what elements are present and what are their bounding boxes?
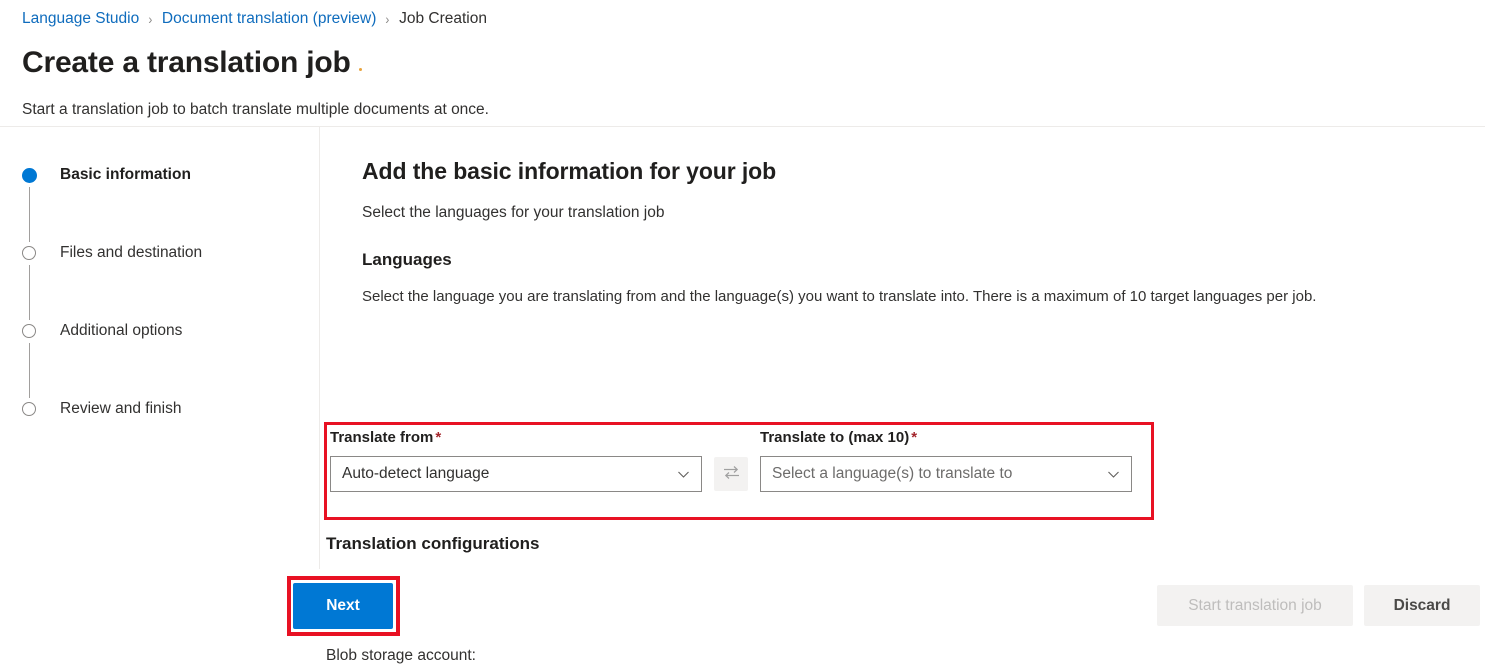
chevron-down-icon [1107, 468, 1120, 481]
step-marker-filled-icon [22, 168, 38, 184]
blob-storage-account-label: Blob storage account: [326, 647, 476, 664]
wizard-step-basic-information[interactable]: Basic information [0, 165, 319, 243]
breadcrumb-item-document-translation[interactable]: Document translation (preview) [162, 8, 377, 30]
translate-to-field: Translate to (max 10) * Select a language… [760, 429, 1132, 492]
translate-from-value: Auto-detect language [342, 465, 490, 482]
main-content-pane: Add the basic information for your job S… [320, 127, 1485, 664]
wizard-step-additional-options[interactable]: Additional options [0, 321, 319, 399]
start-translation-job-button: Start translation job [1157, 585, 1353, 626]
swap-arrows-icon [722, 464, 741, 484]
step-marker-circle-icon [22, 402, 38, 418]
breadcrumb-item-language-studio[interactable]: Language Studio [22, 8, 139, 30]
required-marker: * [911, 429, 918, 446]
discard-button[interactable]: Discard [1364, 585, 1480, 626]
page-body: Basic information Files and destination … [0, 127, 1485, 664]
step-connector-line [29, 265, 31, 320]
swap-languages-button[interactable] [714, 457, 748, 491]
footer-action-bar: Next Start translation job Discard [0, 569, 1485, 636]
page-title-text: Create a translation job [22, 46, 351, 79]
translate-from-label: Translate from * [330, 429, 702, 447]
translate-from-label-text: Translate from [330, 429, 434, 446]
translate-to-label-text: Translate to (max 10) [760, 429, 910, 446]
translate-from-dropdown[interactable]: Auto-detect language [330, 456, 702, 492]
language-selectors-row: Translate from * Auto-detect language Tr… [330, 429, 1132, 492]
step-connector-line [29, 343, 31, 398]
breadcrumb-separator-icon: › [148, 11, 153, 27]
step-marker-circle-icon [22, 246, 38, 262]
wizard-step-review-and-finish[interactable]: Review and finish [0, 399, 319, 419]
wizard-step-label: Files and destination [60, 244, 203, 261]
section-description: Select the languages for your translatio… [362, 204, 665, 221]
breadcrumb: Language Studio › Document translation (… [22, 8, 1485, 30]
breadcrumb-separator-icon: › [385, 11, 390, 27]
section-title: Add the basic information for your job [362, 158, 777, 184]
wizard-step-files-and-destination[interactable]: Files and destination [0, 243, 319, 321]
page-header: Language Studio › Document translation (… [0, 0, 1485, 127]
translate-to-dropdown[interactable]: Select a language(s) to translate to [760, 456, 1132, 492]
languages-heading: Languages [362, 250, 452, 269]
next-button[interactable]: Next [293, 583, 393, 629]
chevron-down-icon [677, 468, 690, 481]
languages-description: Select the language you are translating … [362, 288, 1317, 305]
step-connector-line [29, 187, 31, 242]
wizard-step-label: Review and finish [60, 400, 182, 417]
wizard-steps-rail: Basic information Files and destination … [0, 127, 320, 636]
translate-to-label: Translate to (max 10) * [760, 429, 1132, 447]
translate-from-field: Translate from * Auto-detect language [330, 429, 702, 492]
wizard-step-label: Basic information [60, 166, 191, 183]
wizard-step-label: Additional options [60, 322, 183, 339]
step-marker-circle-icon [22, 324, 38, 340]
page-title: Create a translation job [22, 46, 362, 80]
title-marker-dot-icon [358, 68, 362, 71]
translation-configurations-title: Translation configurations [326, 534, 540, 553]
breadcrumb-item-job-creation: Job Creation [399, 10, 487, 27]
translate-to-placeholder: Select a language(s) to translate to [772, 465, 1013, 482]
required-marker: * [435, 429, 442, 446]
page-subtitle: Start a translation job to batch transla… [22, 101, 489, 118]
